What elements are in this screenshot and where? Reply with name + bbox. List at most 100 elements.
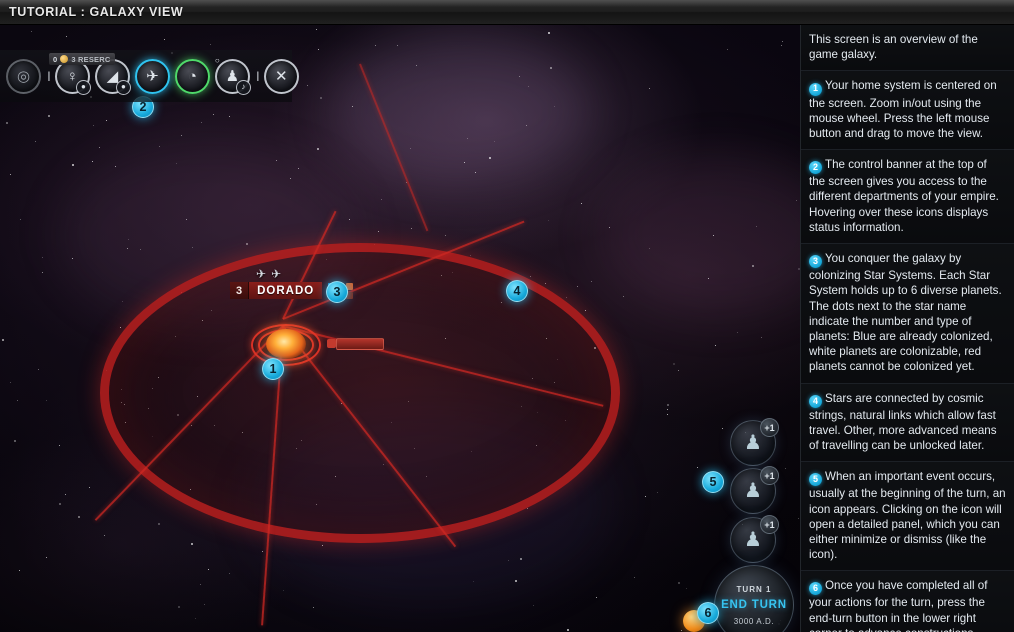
star-dot — [533, 605, 534, 606]
system-planet-count: 3 — [230, 282, 250, 299]
star-dot — [548, 220, 549, 221]
fleet-icon[interactable]: ✈ — [134, 58, 170, 94]
star-dot — [737, 332, 738, 333]
star-dot — [93, 125, 94, 126]
tutorial-step-badge: 1 — [809, 82, 822, 96]
tutorial-block-2: 2 The control banner at the top of the sc… — [801, 150, 1014, 245]
star-dot — [352, 106, 353, 107]
star-dot — [42, 272, 43, 273]
icon-sub-badge: ● — [75, 79, 91, 95]
tutorial-text: 6 Once you have completed all of your act… — [809, 579, 988, 632]
star-dot — [17, 400, 18, 401]
event-population-icon[interactable]: ♟ +1 — [730, 515, 779, 563]
star-dot — [591, 281, 592, 282]
star-dot — [697, 467, 698, 468]
empire-icon[interactable]: ◎ — [6, 58, 41, 94]
control-banner[interactable]: 0 3 RESERC ◎ I ♀ ● ◢ ● ✈ ◔ ♟ ♪ ○ I ✕ — [0, 50, 299, 102]
star-dot — [410, 148, 411, 149]
tutorial-text: 1 Your home system is centered on the scr… — [809, 79, 997, 140]
event-population-icon[interactable]: ♟ +1 — [730, 466, 779, 514]
star-dot — [120, 327, 121, 328]
star-dot — [349, 219, 350, 220]
tutorial-block-5: 5 When an important event occurs, usually… — [801, 462, 1014, 572]
icon-glyph: ◎ — [16, 67, 31, 85]
star-dot — [78, 516, 80, 518]
star-dot — [213, 114, 214, 115]
star-dot — [176, 163, 177, 164]
star-dot — [673, 363, 675, 365]
fleet-node — [327, 339, 336, 348]
game-date-label: 3000 A.D. — [733, 616, 775, 626]
star-dot — [678, 582, 680, 584]
event-population-icon[interactable]: ♟ +1 — [730, 418, 779, 466]
star-dot — [66, 36, 67, 37]
star-dot — [178, 606, 180, 608]
star-dot — [467, 138, 468, 139]
star-dot — [781, 45, 782, 46]
star-dot — [609, 227, 610, 228]
icon-glyph: ✈ — [146, 67, 159, 85]
tutorial-text: 5 When an important event occurs, usually… — [809, 470, 1006, 562]
resource-label: 3 RESERC — [71, 54, 111, 64]
star-dot — [520, 558, 522, 560]
star-dot — [519, 76, 520, 77]
end-turn-label: END TURN — [721, 598, 787, 611]
star-dot — [246, 243, 248, 245]
galaxy-map-viewport[interactable]: ✈ ✈ 3 DORADO ♟ +1 ♟ +1 ♟ +1 TURN 1 END TURN 3… — [0, 25, 800, 632]
icon-glyph: ◔ — [187, 67, 197, 85]
star-dot — [470, 255, 471, 256]
star-dot — [42, 257, 43, 258]
star-dot — [545, 283, 546, 284]
event-count-badge: +1 — [760, 466, 779, 485]
star-dot — [678, 370, 679, 371]
star-dot — [489, 157, 491, 159]
star-dot — [122, 301, 123, 302]
tutorial-step-badge: 6 — [809, 582, 822, 596]
star-dot — [229, 116, 230, 117]
star-dot — [567, 629, 569, 631]
icon-sub-badge: ● — [115, 79, 131, 95]
star-dot — [89, 487, 90, 488]
options-icon[interactable]: ✕ — [263, 58, 299, 94]
star-dot — [596, 597, 597, 598]
star-dot — [164, 39, 165, 40]
star-dot — [127, 248, 128, 249]
tutorial-marker-6: 6 — [697, 602, 719, 624]
star-dot — [566, 297, 567, 298]
event-glyph: ♟ — [744, 480, 762, 502]
star-dot — [35, 141, 36, 142]
star-dot — [798, 518, 799, 519]
tutorial-instructions-panel[interactable]: This screen is an overview of the game g… — [800, 25, 1014, 632]
star-dot — [722, 428, 723, 429]
star-dot — [262, 551, 263, 552]
icon-sub-badge: ♪ — [235, 79, 251, 95]
star-dot — [585, 310, 586, 311]
star-dot — [99, 147, 100, 148]
star-dot — [530, 276, 531, 277]
icon-glyph: ♟ — [225, 67, 240, 85]
star-dot — [494, 141, 495, 142]
star-dot — [283, 590, 284, 591]
star-dot — [727, 49, 728, 50]
home-star-glyph[interactable] — [266, 329, 306, 359]
tutorial-step-badge: 4 — [809, 394, 822, 408]
star-dot — [322, 545, 323, 546]
star-dot — [375, 45, 376, 46]
system-name: DORADO — [249, 282, 323, 299]
star-dot — [104, 535, 105, 536]
star-dot — [550, 67, 552, 69]
star-dot — [204, 604, 205, 605]
event-count-badge: +1 — [760, 418, 779, 437]
fleet-token[interactable] — [327, 338, 384, 350]
star-dot — [38, 369, 39, 370]
star-dot — [195, 618, 196, 619]
star-dot — [527, 508, 528, 509]
star-dot — [397, 45, 398, 46]
hero-icon[interactable]: ♟ ♪ ○ — [214, 56, 251, 95]
star-dot — [48, 115, 50, 117]
diplomacy-icon[interactable]: ◔ — [174, 58, 210, 94]
star-dot — [667, 414, 668, 415]
star-dot — [475, 172, 476, 173]
star-dot — [577, 286, 578, 287]
tutorial-marker-1: 1 — [262, 358, 284, 380]
